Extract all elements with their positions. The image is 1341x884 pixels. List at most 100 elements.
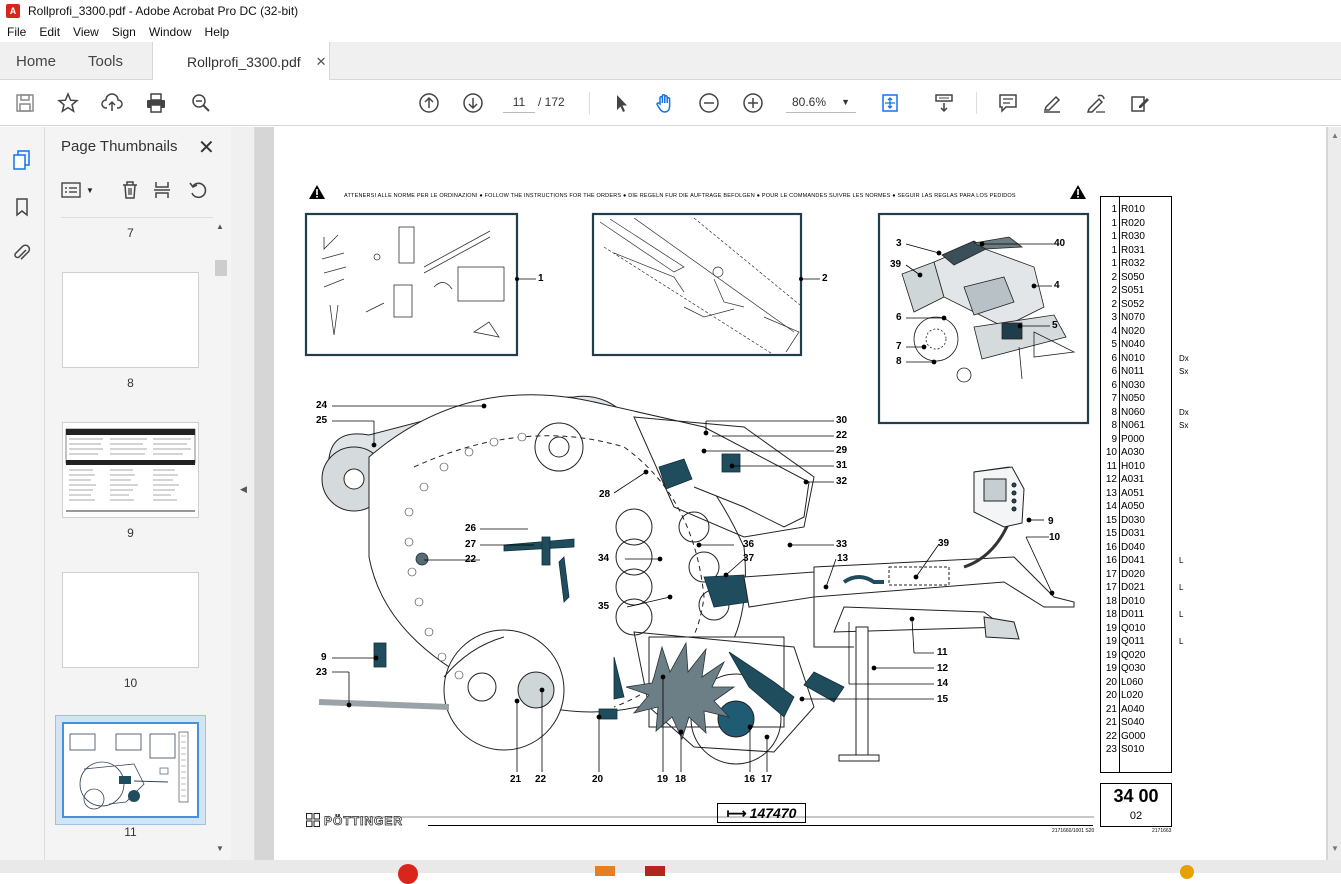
parts-row-qty: 20 (1105, 690, 1117, 701)
menu-sign[interactable]: Sign (105, 25, 142, 39)
parts-list-row: 12 A031 (1101, 473, 1173, 487)
menu-help[interactable]: Help (198, 25, 236, 39)
bookmark-icon[interactable] (10, 195, 34, 219)
page-thumbnail-9[interactable] (62, 422, 199, 518)
parts-row-code: S051 (1121, 285, 1145, 296)
zoom-search-icon[interactable] (188, 90, 214, 116)
page-thumbnails-icon[interactable] (10, 148, 34, 172)
attachment-icon[interactable] (10, 241, 34, 265)
parts-row-code: R032 (1121, 258, 1145, 269)
page-thumbnail-8[interactable] (62, 272, 199, 368)
tab-bar: Home Tools Rollprofi_3300.pdf ✕ (0, 42, 1341, 81)
scroll-down-icon[interactable]: ▼ (216, 844, 224, 853)
zoom-out-icon[interactable] (696, 90, 722, 116)
scrollbar-thumb[interactable] (215, 260, 227, 276)
close-tab-icon[interactable]: ✕ (316, 54, 327, 70)
page-number-input[interactable]: 11 (503, 91, 535, 113)
taskbar-app-icon[interactable] (1180, 865, 1194, 879)
fit-page-icon[interactable] (877, 90, 903, 116)
cloud-upload-icon[interactable] (99, 90, 125, 116)
parts-row-qty: 13 (1105, 487, 1117, 499)
comment-icon[interactable] (995, 90, 1021, 116)
toolbar: 11 / 172 80.6% ▼ ▼ (0, 80, 1341, 186)
parts-row-qty: 1 (1111, 217, 1117, 229)
fill-sign-icon[interactable] (1127, 90, 1153, 116)
print-icon[interactable] (143, 90, 169, 116)
page-number-box: 34 00 02 (1100, 783, 1172, 827)
taskbar-app-icon[interactable] (595, 866, 615, 876)
parts-row-code: D011 (1121, 609, 1145, 620)
panel-title: Page Thumbnails (61, 138, 178, 155)
thumbnails-scrollbar[interactable]: ▲ ▼ (213, 220, 227, 856)
parts-row-qty: 8 (1111, 420, 1117, 431)
footer-rule (428, 825, 1093, 826)
collapse-arrow-icon[interactable]: ◀ (240, 484, 247, 495)
taskbar-app-icon[interactable] (645, 866, 665, 876)
delete-page-icon[interactable] (120, 179, 140, 201)
previous-page-icon[interactable] (416, 90, 442, 116)
parts-row-qty: 19 (1105, 663, 1117, 674)
parts-row-code: N020 (1121, 325, 1145, 337)
hand-tool-icon[interactable] (652, 90, 678, 116)
document-scrollbar[interactable]: ▲ ▼ (1328, 127, 1341, 873)
callout-number: 24 (316, 400, 328, 411)
menu-window[interactable]: Window (142, 25, 198, 39)
menu-file[interactable]: File (0, 25, 32, 39)
parts-list-row: 1 R031 (1101, 244, 1173, 258)
parts-list-row: 8 N061 Sx (1101, 419, 1188, 433)
taskbar-app-icon[interactable] (398, 864, 418, 884)
scroll-up-icon[interactable]: ▲ (1331, 131, 1339, 140)
parts-list-row: 6 N030 (1101, 379, 1173, 393)
document-area: ATTENERSI ALLE NORME PER LE ORDINAZIONI … (255, 127, 1341, 873)
panel-collapse-handle[interactable]: ◀ (231, 127, 255, 873)
parts-row-code: R010 (1121, 204, 1145, 215)
save-icon[interactable] (12, 90, 38, 116)
parts-list-row: 1 R010 (1101, 203, 1173, 217)
parts-row-side: Sx (1179, 367, 1189, 376)
menu-edit[interactable]: Edit (32, 25, 66, 39)
parts-list-row: 11 H010 (1101, 460, 1173, 474)
page-thumbnail-11[interactable] (62, 722, 199, 818)
zoom-level-dropdown[interactable]: 80.6% ▼ (786, 91, 856, 113)
acrobat-app-icon: A (6, 4, 20, 18)
extract-pages-icon[interactable] (152, 179, 172, 201)
callout-number: 29 (836, 445, 848, 456)
page-number: 34 00 (1113, 786, 1159, 806)
sign-icon[interactable] (1083, 90, 1109, 116)
parts-row-code: N070 (1121, 312, 1145, 323)
thumbnail-options-icon[interactable]: ▼ (61, 179, 94, 201)
callout-number: 14 (937, 678, 949, 689)
parts-row-code: N040 (1121, 339, 1145, 350)
close-panel-icon[interactable]: ✕ (198, 135, 215, 160)
menu-view[interactable]: View (66, 25, 105, 39)
pdf-page: ATTENERSI ALLE NORME PER LE ORDINAZIONI … (274, 127, 1326, 873)
parts-row-qty: 12 (1105, 474, 1117, 485)
parts-row-code: L020 (1121, 690, 1144, 701)
select-cursor-icon[interactable] (608, 90, 634, 116)
exploded-parts-drawing (304, 212, 1094, 818)
star-icon[interactable] (55, 90, 81, 116)
callout-number: 15 (937, 694, 949, 705)
parts-row-qty: 19 (1105, 649, 1117, 661)
scroll-up-icon[interactable]: ▲ (216, 222, 224, 231)
zoom-in-icon[interactable] (740, 90, 766, 116)
parts-row-side: Sx (1179, 421, 1189, 430)
callout-number: 37 (743, 553, 755, 564)
parts-row-code: R020 (1121, 217, 1145, 229)
next-page-icon[interactable] (460, 90, 486, 116)
scroll-down-icon[interactable]: ▼ (1331, 844, 1339, 853)
parts-row-code: L060 (1121, 676, 1144, 688)
part-number: 147470 (749, 805, 797, 821)
arrow-icon: ⟼ (726, 804, 747, 821)
scroll-mode-icon[interactable] (931, 90, 957, 116)
brand-logo: PÖTTINGER (324, 814, 404, 829)
highlight-pen-icon[interactable] (1039, 90, 1065, 116)
tab-home[interactable]: Home (16, 42, 56, 80)
parts-row-qty: 10 (1105, 447, 1117, 458)
page-thumbnail-10[interactable] (62, 572, 199, 668)
rotate-page-icon[interactable] (188, 179, 208, 201)
tab-document[interactable]: Rollprofi_3300.pdf ✕ (152, 42, 330, 81)
callout-number: 33 (836, 539, 848, 550)
parts-row-code: A050 (1121, 501, 1145, 512)
tab-tools[interactable]: Tools (88, 42, 123, 80)
